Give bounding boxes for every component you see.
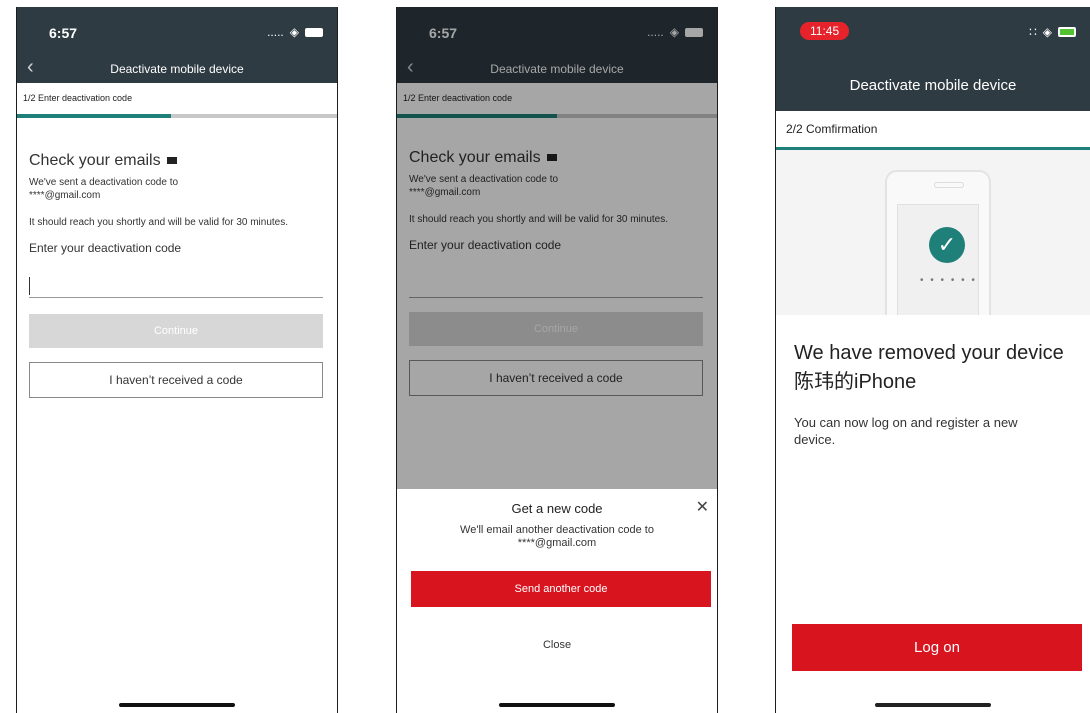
close-icon[interactable]: ✕ [696, 497, 709, 517]
progress-fill [17, 114, 171, 118]
heading-text: Check your emails [29, 152, 161, 169]
check-emails-heading: Check your emails [29, 152, 323, 170]
sheet-title: Get a new code [511, 501, 603, 516]
log-on-button[interactable]: Log on [792, 624, 1082, 671]
progress-bar [17, 114, 337, 118]
home-indicator [499, 703, 615, 707]
speaker-icon [933, 182, 964, 188]
send-another-code-button[interactable]: Send another code [411, 571, 711, 607]
email-address: ****@gmail.com [29, 190, 101, 201]
status-time: 6:57 [49, 25, 78, 41]
new-code-sheet: Get a new code ✕ We'll email another dea… [397, 489, 717, 713]
code-input-label: Enter your deactivation code [29, 241, 182, 255]
close-button[interactable]: Close [397, 639, 717, 651]
wifi-icon: ◈ [1042, 25, 1052, 39]
register-message: You can now log on and register a new de… [794, 415, 1018, 447]
phone-screen: ✓ • • • • • • [897, 204, 979, 315]
text-caret [29, 277, 30, 295]
step-label: 2/2 Comfirmation [776, 111, 1090, 147]
device-removed-illustration: ✓ • • • • • • [776, 150, 1090, 315]
screen-confirmation: 11:45 ∷ ◈ Deactivate mobile device 2/2 C… [775, 7, 1090, 713]
top-bar: 6:57 ..... ◈ ‹ Deactivate mobile device [17, 7, 337, 83]
not-received-button[interactable]: I haven’t received a code [29, 362, 323, 398]
deactivation-code-input[interactable] [29, 275, 323, 298]
sheet-message-line1: We'll email another deactivation code to [460, 524, 654, 536]
status-time: 11:45 [800, 22, 850, 40]
validity-text: It should reach you shortly and will be … [29, 217, 289, 228]
phone-illustration: ✓ • • • • • • [885, 170, 991, 315]
removed-heading-line1: We have removed your device [794, 342, 1064, 364]
removed-heading: We have removed your device 陈玮的iPhone [794, 339, 1080, 397]
step-label: 1/2 Enter deactivation code [17, 83, 337, 113]
sheet-message-line2: ****@gmail.com [517, 537, 597, 549]
screen-get-new-code: 6:57 ..... ◈ ‹ Deactivate mobile device … [396, 7, 718, 713]
sheet-message: We'll email another deactivation code to… [397, 524, 717, 550]
wifi-icon: ◈ [289, 25, 299, 39]
battery-icon [305, 27, 323, 37]
email-info: Check your emails We've sent a deactivat… [29, 152, 323, 255]
screen-enter-code: 6:57 ..... ◈ ‹ Deactivate mobile device … [16, 7, 338, 713]
home-indicator [119, 703, 235, 707]
nav-title: Deactivate mobile device [110, 62, 244, 76]
status-icons: ..... ◈ [267, 25, 323, 39]
signal-icon: ∷ [1029, 25, 1037, 39]
status-icons: ∷ ◈ [1029, 25, 1076, 39]
top-bar: 11:45 ∷ ◈ Deactivate mobile device [776, 7, 1090, 111]
home-indicator [875, 703, 991, 707]
nav-title: Deactivate mobile device [849, 77, 1017, 94]
check-circle-icon: ✓ [929, 227, 965, 263]
battery-charging-icon [1058, 27, 1076, 37]
envelope-icon [166, 157, 177, 165]
continue-button[interactable]: Continue [29, 314, 323, 348]
device-name: 陈玮的iPhone [794, 371, 917, 393]
signal-dots: ..... [267, 25, 284, 39]
sent-to-line1: We've sent a deactivation code to [29, 177, 179, 188]
pin-dots: • • • • • • [920, 275, 977, 286]
